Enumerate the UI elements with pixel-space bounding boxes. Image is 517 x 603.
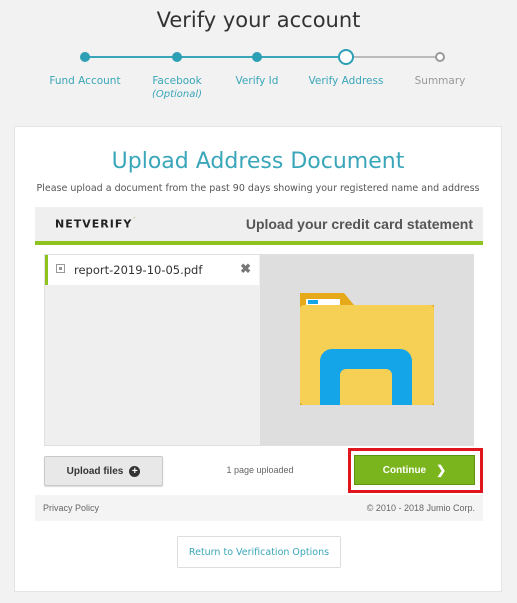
copyright-text: © 2010 - 2018 Jumio Corp. xyxy=(366,503,475,513)
remove-file-icon[interactable]: ✖ xyxy=(240,261,251,277)
progress-stepper: Fund Account Facebook (Optional) Verify I… xyxy=(0,44,517,114)
stepper-line-remaining xyxy=(346,56,440,58)
file-preview xyxy=(260,255,474,445)
pages-uploaded-status: 1 page uploaded xyxy=(226,465,294,475)
step-dot-summary xyxy=(435,52,445,62)
upload-files-button[interactable]: Upload files + xyxy=(44,456,163,486)
card-subtitle: Please upload a document from the past 9… xyxy=(36,183,480,194)
image-file-icon xyxy=(56,264,65,273)
netverify-header: NETVERIFY´ Upload your credit card state… xyxy=(35,207,483,245)
netverify-footer: Privacy Policy © 2010 - 2018 Jumio Corp. xyxy=(35,495,483,521)
step-label-summary: Summary xyxy=(414,75,466,87)
step-dot-verify-id xyxy=(252,52,262,62)
step-sub-optional: (Optional) xyxy=(151,89,203,100)
upload-card: Upload Address Document Please upload a … xyxy=(14,126,502,592)
netverify-logo: NETVERIFY´ xyxy=(55,217,137,231)
step-dot-fund-account xyxy=(80,52,90,62)
privacy-policy-link[interactable]: Privacy Policy xyxy=(43,503,99,513)
card-title: Upload Address Document xyxy=(111,149,405,174)
continue-label: Continue xyxy=(382,464,427,476)
file-upload-area[interactable]: report-2019-10-05.pdf ✖ xyxy=(44,254,474,446)
step-label-fund-account[interactable]: Fund Account xyxy=(35,75,135,87)
plus-circle-icon: + xyxy=(129,465,141,477)
page-title: Verify your account xyxy=(156,8,361,32)
upload-files-label: Upload files xyxy=(66,465,124,477)
step-label-verify-address: Verify Address xyxy=(308,75,384,87)
upload-document-title: Upload your credit card statement xyxy=(245,216,473,232)
stepper-line-done xyxy=(85,56,346,58)
step-dot-verify-address xyxy=(338,49,354,65)
file-name: report-2019-10-05.pdf xyxy=(74,263,203,277)
step-dot-facebook xyxy=(172,52,182,62)
file-item[interactable]: report-2019-10-05.pdf ✖ xyxy=(45,255,259,285)
step-label-verify-id[interactable]: Verify Id xyxy=(207,75,307,87)
continue-button[interactable]: Continue ❯ xyxy=(354,455,475,485)
folder-icon xyxy=(300,293,434,405)
file-list: report-2019-10-05.pdf ✖ xyxy=(45,255,259,445)
chevron-right-icon: ❯ xyxy=(436,463,447,477)
return-to-verification-options-button[interactable]: Return to Verification Options xyxy=(177,536,341,568)
